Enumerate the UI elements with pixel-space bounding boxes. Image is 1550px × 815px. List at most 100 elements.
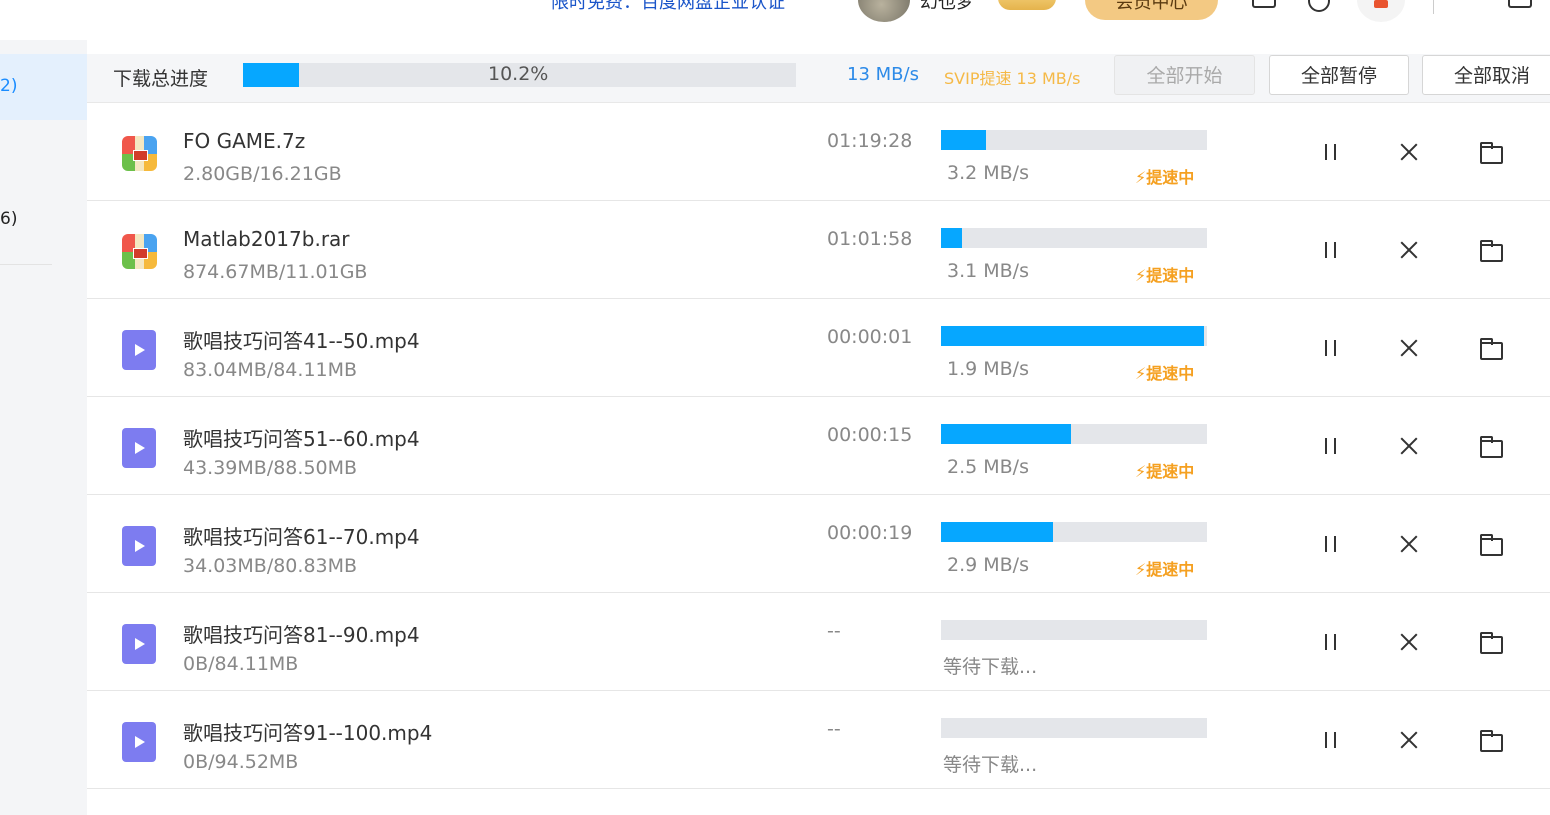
download-row[interactable]: 歌唱技巧问答61--70.mp4 34.03MB/80.83MB 00:00:1…: [87, 495, 1550, 593]
folder-icon[interactable]: [1479, 140, 1503, 164]
video-icon: [122, 330, 156, 370]
close-icon[interactable]: [1397, 238, 1421, 262]
svip-speed[interactable]: SVIP提速 13 MB/s: [944, 65, 1081, 89]
progress-track: [941, 228, 1207, 248]
progress-fill: [941, 130, 987, 150]
file-size: 2.80GB/16.21GB: [183, 163, 342, 185]
video-icon: [122, 526, 156, 566]
promo-link[interactable]: 限时免费：百度网盘企业认证: [551, 0, 785, 14]
progress-track: [941, 130, 1207, 150]
file-size: 83.04MB/84.11MB: [183, 359, 358, 381]
time-remaining: 00:00:01: [827, 326, 913, 348]
video-icon: [122, 722, 156, 762]
cancel-all-button[interactable]: 全部取消: [1422, 55, 1550, 95]
download-status: 3.1 MB/s: [947, 260, 1029, 282]
time-remaining: 01:19:28: [827, 130, 913, 152]
pause-icon[interactable]: [1319, 728, 1343, 752]
pause-icon[interactable]: [1319, 238, 1343, 262]
gift-icon[interactable]: [1357, 0, 1405, 22]
progress-track: [941, 522, 1207, 542]
download-row[interactable]: 歌唱技巧问答41--50.mp4 83.04MB/84.11MB 00:00:0…: [87, 299, 1550, 397]
sidebar-item-label: 6): [0, 209, 18, 229]
progress-fill: [941, 228, 962, 248]
time-remaining: --: [827, 718, 841, 740]
pause-icon[interactable]: [1319, 532, 1343, 556]
progress-track: [941, 326, 1207, 346]
download-row[interactable]: Matlab2017b.rar 874.67MB/11.01GB 01:01:5…: [87, 201, 1550, 299]
download-status: 2.9 MB/s: [947, 554, 1029, 576]
progress-track: [941, 424, 1207, 444]
pause-icon[interactable]: [1319, 336, 1343, 360]
close-icon[interactable]: [1397, 336, 1421, 360]
pause-icon[interactable]: [1319, 140, 1343, 164]
close-icon[interactable]: [1397, 630, 1421, 654]
time-remaining: 00:00:15: [827, 424, 913, 446]
close-icon[interactable]: [1397, 140, 1421, 164]
file-name: FO GAME.7z: [183, 129, 306, 153]
total-speed: 13 MB/s: [847, 64, 919, 85]
pause-all-button[interactable]: 全部暂停: [1269, 55, 1409, 95]
total-progress-bar: 下载总进度 10.2% 13 MB/s SVIP提速 13 MB/s 全部开始 …: [87, 54, 1550, 103]
time-remaining: 00:00:19: [827, 522, 913, 544]
top-bar: 限时免费：百度网盘企业认证 幻也梦 会员中心: [0, 0, 1550, 40]
close-icon[interactable]: [1397, 434, 1421, 458]
member-center-button[interactable]: 会员中心: [1085, 0, 1218, 20]
minimize-icon[interactable]: [1508, 0, 1532, 8]
archive-icon: [122, 234, 157, 269]
file-size: 43.39MB/88.50MB: [183, 457, 358, 479]
folder-icon[interactable]: [1479, 532, 1503, 556]
download-row[interactable]: 歌唱技巧问答51--60.mp4 43.39MB/88.50MB 00:00:1…: [87, 397, 1550, 495]
close-icon[interactable]: [1397, 532, 1421, 556]
pause-icon[interactable]: [1319, 434, 1343, 458]
download-status: 3.2 MB/s: [947, 162, 1029, 184]
folder-icon[interactable]: [1479, 728, 1503, 752]
avatar[interactable]: [858, 0, 910, 22]
file-size: 0B/84.11MB: [183, 653, 299, 675]
sidebar-item-label: 2): [0, 76, 18, 96]
boost-label: ⚡提速中: [1135, 168, 1195, 187]
folder-icon[interactable]: [1479, 336, 1503, 360]
total-progress-percent: 10.2%: [488, 63, 549, 85]
sidebar: 2) 6): [0, 40, 87, 815]
vip-badge-icon: [998, 0, 1056, 10]
total-progress-fill: [243, 63, 300, 87]
progress-fill: [941, 326, 1204, 346]
download-list: FO GAME.7z 2.80GB/16.21GB 01:19:28 3.2 M…: [87, 103, 1550, 789]
file-size: 34.03MB/80.83MB: [183, 555, 358, 577]
close-icon[interactable]: [1397, 728, 1421, 752]
file-name: Matlab2017b.rar: [183, 227, 350, 251]
video-icon: [122, 624, 156, 664]
time-remaining: 01:01:58: [827, 228, 913, 250]
file-name: 歌唱技巧问答81--90.mp4: [183, 623, 420, 647]
progress-track: [941, 718, 1207, 738]
divider: [1433, 0, 1434, 14]
pause-icon[interactable]: [1319, 630, 1343, 654]
video-icon: [122, 428, 156, 468]
file-size: 874.67MB/11.01GB: [183, 261, 368, 283]
download-status: 1.9 MB/s: [947, 358, 1029, 380]
download-status: 2.5 MB/s: [947, 456, 1029, 478]
total-progress-label: 下载总进度: [113, 68, 209, 90]
boost-label: ⚡提速中: [1135, 560, 1195, 579]
folder-icon[interactable]: [1479, 434, 1503, 458]
download-row[interactable]: 歌唱技巧问答81--90.mp4 0B/84.11MB -- 等待下载...: [87, 593, 1550, 691]
sidebar-divider: [0, 264, 52, 265]
sidebar-item-downloading[interactable]: 2): [0, 54, 87, 120]
file-size: 0B/94.52MB: [183, 751, 299, 773]
shield-icon[interactable]: [1308, 0, 1330, 12]
sidebar-item-completed[interactable]: 6): [0, 187, 87, 253]
message-icon[interactable]: [1252, 0, 1276, 8]
folder-icon[interactable]: [1479, 238, 1503, 262]
download-panel: 下载总进度 10.2% 13 MB/s SVIP提速 13 MB/s 全部开始 …: [87, 40, 1550, 815]
start-all-button[interactable]: 全部开始: [1114, 55, 1255, 95]
time-remaining: --: [827, 620, 841, 642]
download-row[interactable]: 歌唱技巧问答91--100.mp4 0B/94.52MB -- 等待下载...: [87, 691, 1550, 789]
archive-icon: [122, 136, 157, 171]
progress-fill: [941, 522, 1053, 542]
file-name: 歌唱技巧问答91--100.mp4: [183, 721, 433, 745]
username[interactable]: 幻也梦: [920, 0, 974, 14]
download-row[interactable]: FO GAME.7z 2.80GB/16.21GB 01:19:28 3.2 M…: [87, 103, 1550, 201]
folder-icon[interactable]: [1479, 630, 1503, 654]
file-name: 歌唱技巧问答41--50.mp4: [183, 329, 420, 353]
progress-track: [941, 620, 1207, 640]
